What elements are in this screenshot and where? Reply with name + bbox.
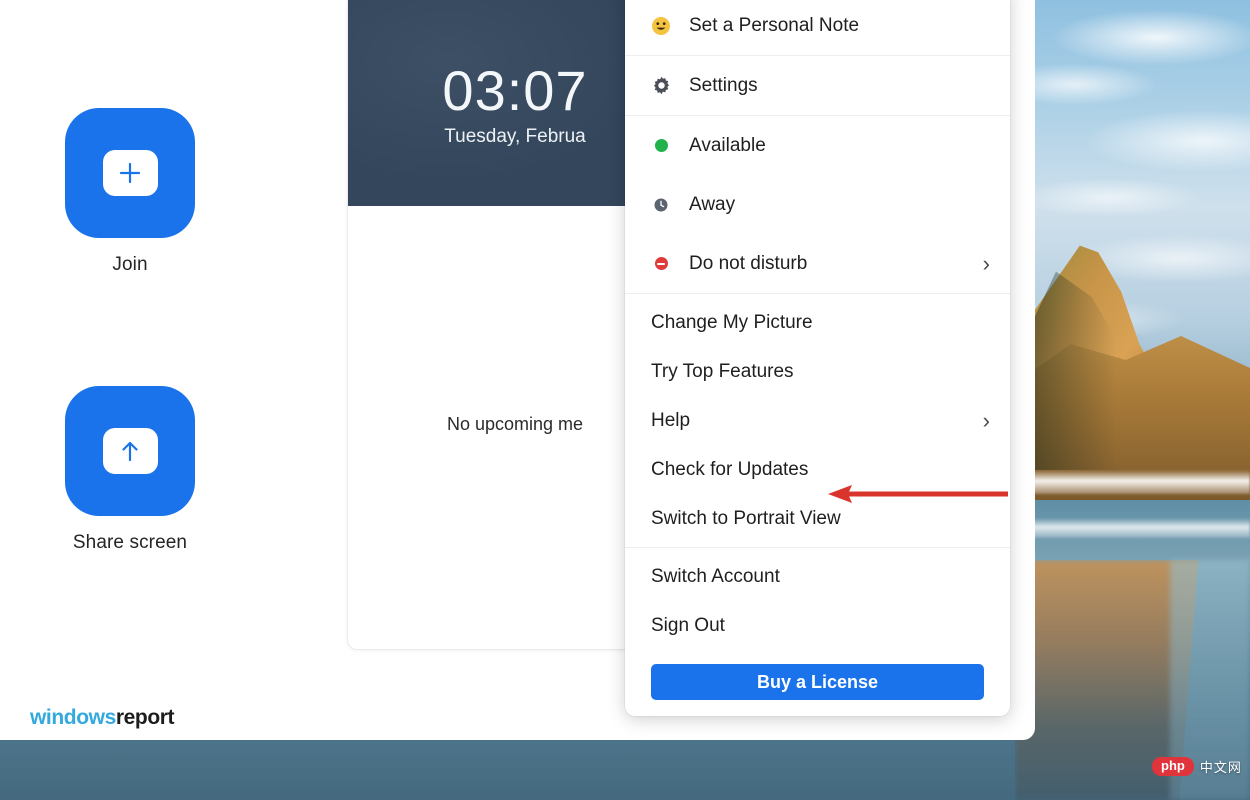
menu-item-label: Help bbox=[651, 409, 691, 431]
menu-item-label: Change My Picture bbox=[651, 311, 813, 333]
chevron-right-icon: › bbox=[982, 407, 990, 433]
menu-group-settings: Settings bbox=[625, 56, 1010, 115]
windowsreport-watermark: windowsreport bbox=[30, 706, 175, 730]
status-available-dot-icon bbox=[651, 136, 671, 156]
menu-item-status-available[interactable]: Available bbox=[625, 116, 1010, 175]
join-button[interactable] bbox=[65, 108, 195, 238]
menu-item-try-top-features[interactable]: Try Top Features bbox=[625, 347, 1010, 396]
menu-item-label: Try Top Features bbox=[651, 360, 794, 382]
join-action[interactable]: Join bbox=[65, 108, 195, 276]
status-away-clock-icon bbox=[651, 195, 671, 215]
menu-item-sign-out[interactable]: Sign Out bbox=[625, 601, 1010, 650]
wallpaper-surf-line-1 bbox=[1015, 470, 1250, 494]
menu-group-general: Change My Picture Try Top Features Help … bbox=[625, 294, 1010, 547]
menu-item-switch-account[interactable]: Switch Account bbox=[625, 552, 1010, 601]
share-screen-label: Share screen bbox=[72, 532, 188, 553]
watermark-report-text: report bbox=[115, 706, 175, 729]
menu-item-switch-to-portrait-view[interactable]: Switch to Portrait View bbox=[625, 494, 1010, 543]
menu-item-label: Sign Out bbox=[651, 614, 725, 636]
status-dnd-dot-icon bbox=[651, 254, 671, 274]
watermark-windows-text: windows bbox=[30, 706, 116, 729]
smiley-emoji-icon bbox=[651, 16, 671, 36]
menu-group-personal-note: Set a Personal Note bbox=[625, 0, 1010, 55]
menu-item-settings[interactable]: Settings bbox=[625, 56, 1010, 115]
profile-dropdown-menu: Set a Personal Note Settings Available A… bbox=[625, 0, 1010, 716]
share-screen-action[interactable]: Share screen bbox=[65, 386, 195, 554]
menu-item-label: Do not disturb bbox=[689, 252, 808, 274]
join-label: Join bbox=[112, 254, 148, 275]
menu-item-label: Switch Account bbox=[651, 565, 780, 587]
buy-a-license-button[interactable]: Buy a License bbox=[651, 664, 984, 700]
teams-app-window: Join Share screen 03:07 Tuesday, Februa … bbox=[0, 0, 1035, 740]
menu-item-status-do-not-disturb[interactable]: Do not disturb › bbox=[625, 234, 1010, 293]
chevron-right-icon: › bbox=[982, 250, 990, 276]
menu-item-label: Settings bbox=[689, 74, 758, 96]
menu-item-set-personal-note[interactable]: Set a Personal Note bbox=[625, 0, 1010, 55]
menu-item-status-away[interactable]: Away bbox=[625, 175, 1010, 234]
php-badge-text: php bbox=[1152, 757, 1194, 776]
menu-group-account: Switch Account Sign Out Buy a License bbox=[625, 548, 1010, 700]
menu-item-label: Check for Updates bbox=[651, 458, 809, 480]
menu-item-label: Switch to Portrait View bbox=[651, 507, 841, 529]
gear-icon bbox=[651, 76, 671, 96]
wallpaper-surf-line-2 bbox=[1015, 518, 1250, 538]
menu-item-label: Away bbox=[689, 193, 736, 215]
menu-item-check-for-updates[interactable]: Check for Updates bbox=[625, 445, 1010, 494]
php-cn-text: 中文网 bbox=[1199, 760, 1242, 775]
menu-item-label: Set a Personal Note bbox=[689, 14, 860, 36]
php-cn-watermark: php 中文网 bbox=[1152, 757, 1242, 776]
menu-item-label: Available bbox=[689, 134, 766, 156]
menu-group-status: Available Away Do not disturb › bbox=[625, 116, 1010, 293]
plus-icon bbox=[102, 150, 158, 196]
upload-arrow-icon bbox=[102, 428, 158, 474]
quick-actions-column: Join Share screen bbox=[65, 108, 195, 664]
menu-item-change-my-picture[interactable]: Change My Picture bbox=[625, 298, 1010, 347]
share-screen-button[interactable] bbox=[65, 386, 195, 516]
menu-item-help[interactable]: Help › bbox=[625, 396, 1010, 445]
